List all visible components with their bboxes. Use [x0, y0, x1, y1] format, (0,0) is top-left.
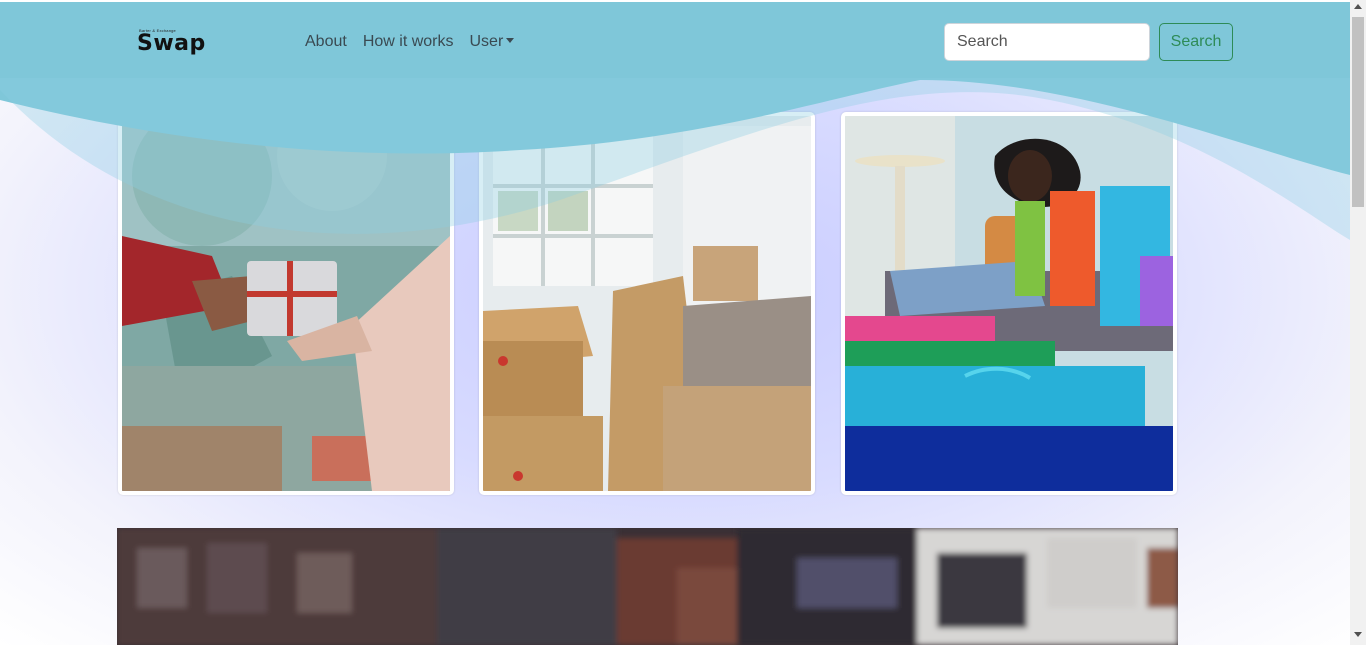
search-input[interactable] [944, 23, 1150, 61]
scroll-up-arrow-icon[interactable] [1354, 4, 1362, 9]
nav-links: About How it works User [305, 33, 515, 51]
brand-name: Swap [137, 31, 206, 56]
scroll-down-arrow-icon[interactable] [1354, 632, 1362, 637]
navbar: Barter & Exchange Swap About How it work… [0, 2, 1350, 78]
hero-banner [117, 528, 1178, 645]
nav-link-about[interactable]: About [305, 33, 347, 51]
nav-link-how-it-works[interactable]: How it works [363, 33, 454, 51]
top-border [0, 0, 1350, 2]
scroll-thumb[interactable] [1352, 17, 1364, 207]
caret-down-icon [506, 38, 515, 43]
brand-logo[interactable]: Barter & Exchange Swap [137, 28, 237, 58]
blurred-street-photo [117, 528, 1178, 645]
search-button[interactable]: Search [1159, 23, 1233, 61]
page-scrollbar[interactable] [1350, 0, 1366, 645]
nav-dropdown-user-label: User [469, 33, 504, 50]
nav-dropdown-user[interactable]: User [470, 33, 515, 51]
